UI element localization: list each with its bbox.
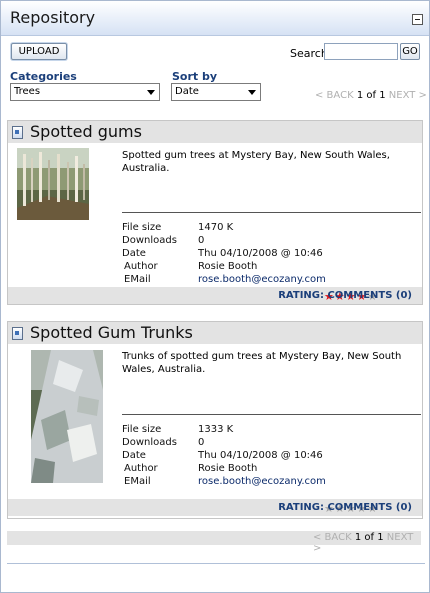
pager-back-link[interactable]: < BACK	[313, 532, 352, 543]
author-label: Author	[124, 261, 158, 272]
categories-value: Trees	[14, 86, 41, 97]
panel-title: Repository	[10, 8, 96, 27]
rating-label: RATING:	[278, 502, 324, 513]
item-title[interactable]: Spotted gums	[30, 122, 142, 141]
panel-header: Repository	[1, 1, 429, 36]
divider	[7, 563, 425, 564]
author-label: Author	[124, 463, 158, 474]
rating: RATING: ★★★★★	[278, 502, 377, 515]
author-value: Rosie Booth	[198, 463, 258, 474]
chevron-down-icon	[248, 90, 256, 95]
pager-total-pages: 1	[377, 532, 384, 543]
author-value: Rosie Booth	[198, 261, 258, 272]
chevron-down-icon	[147, 90, 155, 95]
divider	[122, 212, 421, 213]
collapse-icon[interactable]	[412, 14, 423, 25]
email-link[interactable]: rose.booth@ecozany.com	[198, 274, 326, 285]
file-size-label: File size	[122, 222, 162, 233]
date-label: Date	[122, 248, 146, 259]
pager-next-link[interactable]: NEXT >	[389, 90, 427, 101]
date-value: Thu 04/10/2008 @ 10:46	[198, 248, 323, 259]
go-button[interactable]: GO	[400, 43, 420, 60]
date-label: Date	[122, 450, 146, 461]
item-header: Spotted Gum Trunks	[8, 322, 422, 344]
email-label: EMail	[124, 476, 151, 487]
search-input[interactable]	[324, 43, 398, 60]
item-thumbnail[interactable]	[17, 350, 117, 483]
pager-top: < BACK 1 of 1 NEXT >	[315, 90, 427, 101]
pager-current-page: 1	[354, 532, 362, 543]
downloads-label: Downloads	[122, 437, 177, 448]
search-label: Search	[290, 47, 328, 60]
email-link[interactable]: rose.booth@ecozany.com	[198, 476, 326, 487]
pager-total-pages: 1	[379, 90, 386, 101]
sort-by-select[interactable]: Date	[171, 83, 261, 101]
document-icon	[12, 126, 23, 139]
categories-label: Categories	[10, 70, 77, 83]
downloads-value: 0	[198, 437, 205, 448]
date-value: Thu 04/10/2008 @ 10:46	[198, 450, 323, 461]
rating-label: RATING:	[278, 290, 324, 301]
repository-item: Spotted gums Spotted gum trees at Myster…	[7, 120, 423, 305]
pager-bottom: < BACK 1 of 1 NEXT >	[313, 532, 421, 554]
item-description: Trunks of spotted gum trees at Mystery B…	[122, 351, 402, 375]
item-header: Spotted gums	[8, 121, 422, 143]
rating: RATING: ★★★★★	[278, 290, 377, 303]
pager-of: of	[364, 532, 375, 543]
categories-select[interactable]: Trees	[10, 83, 160, 101]
divider	[122, 414, 421, 415]
repository-item: Spotted Gum Trunks Trunks of spotted gum…	[7, 321, 423, 519]
item-footer: RATING: ★★★★★ COMMENTS (0)	[8, 499, 422, 516]
repository-panel: Repository UPLOAD Search GO Categories T…	[0, 0, 430, 593]
pager-of: of	[366, 90, 377, 101]
item-description: Spotted gum trees at Mystery Bay, New So…	[122, 150, 390, 174]
sort-by-value: Date	[175, 86, 199, 97]
upload-button[interactable]: UPLOAD	[11, 43, 67, 60]
comments-link[interactable]: COMMENTS (0)	[327, 290, 412, 301]
item-title[interactable]: Spotted Gum Trunks	[30, 323, 193, 342]
pager-current-page: 1	[356, 90, 364, 101]
comments-link[interactable]: COMMENTS (0)	[327, 502, 412, 513]
downloads-value: 0	[198, 235, 205, 246]
file-size-value: 1333 K	[198, 424, 234, 435]
item-thumbnail[interactable]	[17, 148, 89, 220]
file-size-value: 1470 K	[198, 222, 234, 233]
item-footer: RATING: ★★★★★ COMMENTS (0)	[8, 287, 422, 304]
sort-by-label: Sort by	[172, 70, 218, 83]
email-label: EMail	[124, 274, 151, 285]
pager-bottom-bar: < BACK 1 of 1 NEXT >	[7, 531, 421, 554]
file-size-label: File size	[122, 424, 162, 435]
pager-back-link[interactable]: < BACK	[315, 90, 354, 101]
downloads-label: Downloads	[122, 235, 177, 246]
document-icon	[12, 327, 23, 340]
